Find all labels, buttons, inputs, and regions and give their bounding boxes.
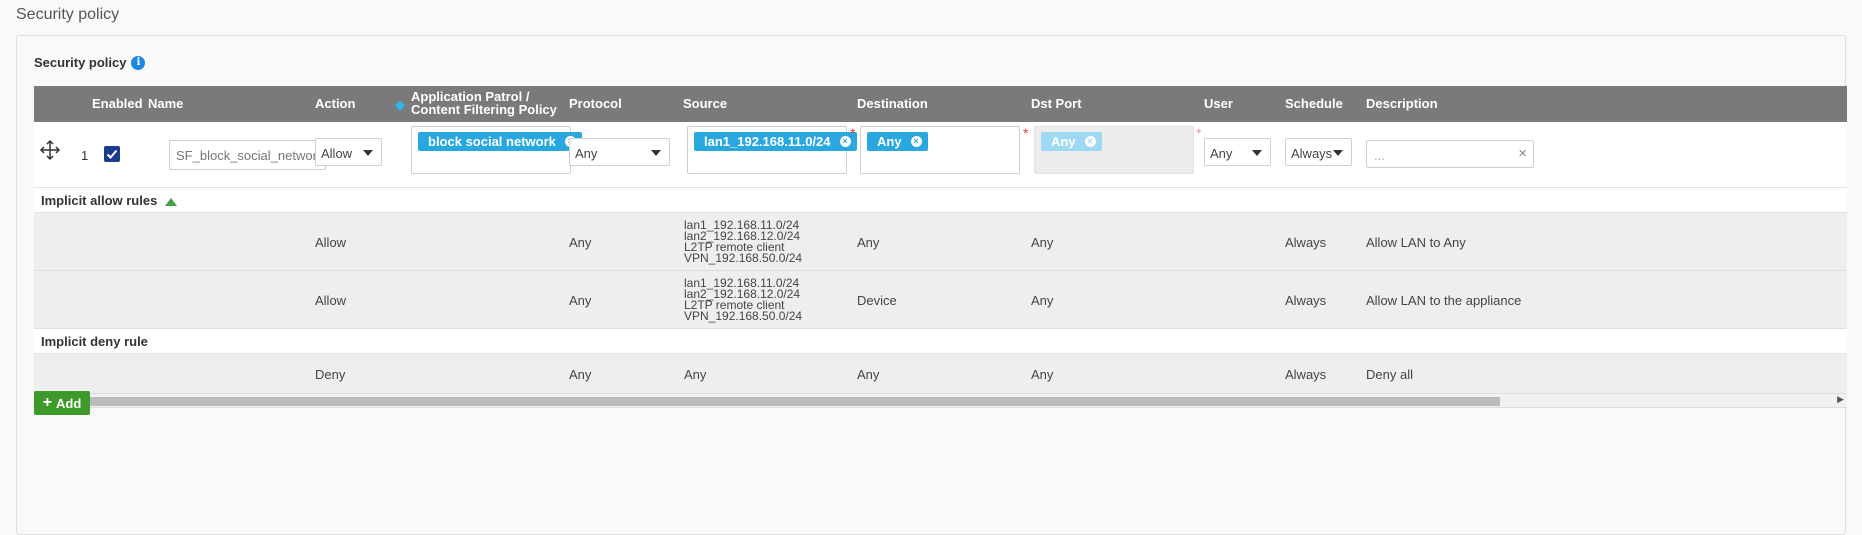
name-input[interactable]: SF_block_social_network <box>169 140 326 170</box>
add-button[interactable]: + Add <box>34 391 90 415</box>
group-implicit-allow-label: Implicit allow rules <box>41 193 158 208</box>
source-tag-label: lan1_192.168.11.0/24 <box>704 134 831 149</box>
required-marker: * <box>1023 125 1029 141</box>
destination-tag-label: Any <box>877 134 902 149</box>
source-tag: lan1_192.168.11.0/24 × <box>694 132 857 151</box>
header-name[interactable]: Name <box>148 96 183 111</box>
add-button-label: Add <box>56 395 82 411</box>
row-description: Deny all <box>1366 367 1413 382</box>
chevron-down-icon <box>651 150 661 156</box>
collapse-arrow-icon[interactable] <box>164 197 177 206</box>
table-row: Deny Any Any Any Any Always Deny all <box>34 354 1847 394</box>
row-description: Allow LAN to the appliance <box>1366 293 1522 308</box>
action-select[interactable]: Allow <box>315 138 382 166</box>
dst-port-field: Any × <box>1034 126 1194 174</box>
user-select[interactable]: Any <box>1204 138 1271 166</box>
remove-tag-icon[interactable]: × <box>839 136 851 147</box>
info-icon[interactable]: i <box>131 55 146 70</box>
row-protocol: Any <box>569 367 592 382</box>
header-application-line2: Content Filtering Policy <box>411 102 557 117</box>
row-action: Deny <box>315 367 346 382</box>
row-schedule: Always <box>1285 235 1327 250</box>
card-title-text: Security policy <box>34 55 127 70</box>
page-title: Security policy <box>16 6 120 23</box>
row-protocol: Any <box>569 235 592 250</box>
action-select-value: Allow <box>321 146 353 161</box>
source-field[interactable]: lan1_192.168.11.0/24 × <box>687 126 857 174</box>
plus-icon: + <box>42 394 53 411</box>
header-protocol[interactable]: Protocol <box>569 96 622 111</box>
scrollbar-thumb[interactable] <box>48 397 1500 406</box>
row-number: 1 <box>81 148 89 163</box>
chevron-down-icon <box>1333 150 1343 156</box>
dst-port-tag: Any × <box>1041 132 1102 151</box>
protocol-select-value: Any <box>575 146 598 161</box>
clear-icon[interactable]: × <box>1518 145 1527 162</box>
security-policy-card: Security policy i Enabled Name Action ◆ … <box>16 35 1847 535</box>
row-schedule: Always <box>1285 293 1327 308</box>
schedule-select[interactable]: Always <box>1285 138 1352 166</box>
table-row: Allow Any lan1_192.168.11.0/24 lan2_192.… <box>34 213 1847 271</box>
header-description[interactable]: Description <box>1366 96 1438 111</box>
app-patrol-field[interactable]: block social network × <box>411 126 582 174</box>
chevron-down-icon <box>1252 150 1262 156</box>
diamond-icon: ◆ <box>395 97 405 112</box>
required-marker: * <box>1196 125 1202 141</box>
protocol-select[interactable]: Any <box>569 138 670 166</box>
app-patrol-tag-label: block social network <box>428 134 556 149</box>
move-handle-icon[interactable] <box>39 139 61 164</box>
row-action: Allow <box>315 235 347 250</box>
header-user[interactable]: User <box>1204 96 1233 111</box>
policy-table: Enabled Name Action ◆ Application Patrol… <box>34 86 1847 408</box>
description-input[interactable]: ... × <box>1366 140 1534 168</box>
header-action[interactable]: Action <box>315 96 355 111</box>
schedule-select-value: Always <box>1291 146 1333 161</box>
group-implicit-deny-label: Implicit deny rule <box>41 334 148 349</box>
destination-field[interactable]: Any × <box>860 126 1020 174</box>
group-implicit-deny: Implicit deny rule <box>34 329 1847 354</box>
destination-tag: Any × <box>867 132 928 151</box>
row-action: Allow <box>315 293 347 308</box>
table-row: Allow Any lan1_192.168.11.0/24 lan2_192.… <box>34 271 1847 329</box>
row-destination: Any <box>857 367 880 382</box>
row-dst-port: Any <box>1031 293 1054 308</box>
header-application[interactable]: Application Patrol / Content Filtering P… <box>411 90 557 116</box>
policy-edit-row: 1 SF_block_social_network * Allow block … <box>34 122 1847 188</box>
card-title: Security policy i <box>34 55 146 70</box>
row-destination: Any <box>857 235 880 250</box>
source-item: VPN_192.168.50.0/24 <box>684 251 803 265</box>
group-implicit-allow[interactable]: Implicit allow rules <box>34 188 1847 213</box>
chevron-down-icon <box>363 150 373 156</box>
user-select-value: Any <box>1210 146 1233 161</box>
enabled-checkbox[interactable] <box>104 146 120 162</box>
row-description: Allow LAN to Any <box>1366 235 1466 250</box>
header-schedule[interactable]: Schedule <box>1285 96 1343 111</box>
required-marker: * <box>850 125 856 141</box>
row-schedule: Always <box>1285 367 1327 382</box>
header-source[interactable]: Source <box>683 96 727 111</box>
remove-tag-icon: × <box>1084 136 1096 147</box>
header-dst-port[interactable]: Dst Port <box>1031 96 1082 111</box>
table-header: Enabled Name Action ◆ Application Patrol… <box>34 86 1847 122</box>
remove-tag-icon[interactable]: × <box>910 136 922 147</box>
row-destination: Device <box>857 293 897 308</box>
horizontal-scrollbar[interactable]: ◀ ▶ <box>34 394 1847 408</box>
dst-port-tag-label: Any <box>1051 134 1076 149</box>
row-protocol: Any <box>569 293 592 308</box>
description-placeholder: ... <box>1374 148 1385 163</box>
row-dst-port: Any <box>1031 367 1054 382</box>
app-patrol-tag: block social network × <box>418 132 582 151</box>
row-source: lan1_192.168.11.0/24 lan2_192.168.12.0/2… <box>684 219 803 265</box>
source-item: VPN_192.168.50.0/24 <box>684 309 803 323</box>
row-source: lan1_192.168.11.0/24 lan2_192.168.12.0/2… <box>684 277 803 323</box>
row-source: Any <box>684 367 707 382</box>
header-destination[interactable]: Destination <box>857 96 928 111</box>
header-enabled[interactable]: Enabled <box>92 96 143 111</box>
scroll-right-icon[interactable]: ▶ <box>1837 394 1844 405</box>
row-dst-port: Any <box>1031 235 1054 250</box>
